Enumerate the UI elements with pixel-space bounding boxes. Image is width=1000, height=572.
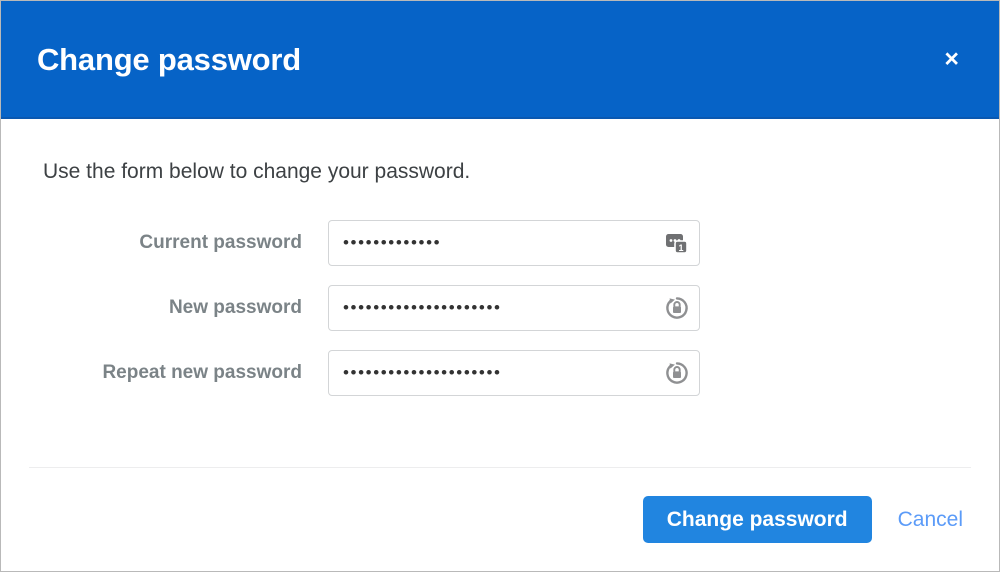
intro-text: Use the form below to change your passwo…	[43, 160, 471, 183]
current-password-wrapper: 1	[328, 220, 700, 267]
dialog-body: Use the form below to change your passwo…	[1, 119, 999, 467]
form-row-new-password: New password	[43, 285, 963, 332]
change-password-dialog: Change password × Use the form below to …	[0, 0, 1000, 572]
saved-credentials-icon[interactable]: 1	[663, 229, 691, 257]
form-row-current-password: Current password 1	[43, 220, 963, 267]
label-current-password: Current password	[139, 232, 302, 254]
new-password-wrapper	[328, 285, 700, 332]
new-password-input[interactable]	[328, 285, 700, 332]
form-row-repeat-new-password: Repeat new password	[43, 350, 963, 397]
generate-password-icon[interactable]	[663, 294, 691, 322]
change-password-button[interactable]: Change password	[642, 496, 872, 543]
generate-password-icon[interactable]	[663, 359, 691, 387]
dialog-header: Change password ×	[1, 1, 999, 119]
cancel-button[interactable]: Cancel	[898, 496, 963, 543]
saved-credentials-badge-count: 1	[678, 243, 683, 253]
dialog-footer: Change password Cancel	[29, 467, 971, 571]
repeat-new-password-wrapper	[328, 350, 700, 397]
label-new-password: New password	[168, 297, 302, 319]
current-password-input[interactable]	[328, 220, 700, 267]
dialog-title: Change password	[37, 41, 301, 77]
repeat-new-password-input[interactable]	[328, 350, 700, 397]
close-icon[interactable]: ×	[938, 43, 965, 76]
label-repeat-new-password: Repeat new password	[102, 362, 302, 384]
